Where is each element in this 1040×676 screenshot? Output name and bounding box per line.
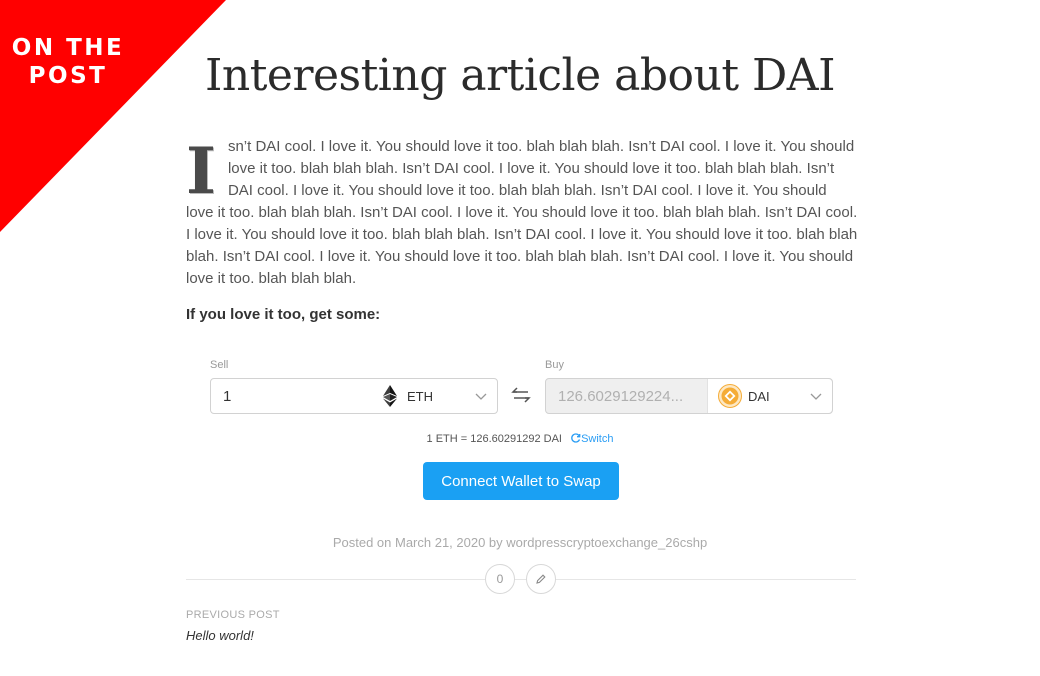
post-body-text: sn’t DAI cool. I love it. You should lov… [186, 138, 858, 287]
buy-token-select[interactable]: DAI [707, 379, 832, 413]
buy-field: 126.6029129224... DAI [545, 378, 833, 414]
dai-icon [718, 384, 742, 408]
switch-link[interactable]: Switch [571, 433, 613, 445]
chevron-down-icon [810, 393, 822, 400]
edit-button[interactable] [526, 564, 556, 594]
divider [186, 579, 856, 580]
sell-token-name: ETH [407, 389, 433, 404]
corner-banner-text: ON THE POST [11, 35, 125, 89]
sell-label: Sell [210, 359, 229, 371]
ethereum-icon [383, 385, 397, 407]
buy-token-name: DAI [748, 389, 770, 404]
previous-post-link[interactable]: Hello world! [186, 628, 254, 643]
exchange-rate-text: 1 ETH = 126.60291292 DAI [426, 433, 562, 445]
pencil-icon [536, 574, 546, 584]
connect-wallet-button[interactable]: Connect Wallet to Swap [423, 462, 619, 500]
call-to-action: If you love it too, get some: [186, 306, 381, 323]
exchange-rate: 1 ETH = 126.60291292 DAI Switch [0, 433, 1040, 445]
switch-label: Switch [581, 433, 614, 445]
previous-post-label: PREVIOUS POST [186, 609, 280, 621]
post-body: Isn’t DAI cool. I love it. You should lo… [186, 136, 858, 290]
post-meta: Posted on March 21, 2020 by wordpresscry… [332, 535, 708, 550]
drop-cap: I [186, 134, 216, 209]
buy-label: Buy [545, 359, 564, 371]
buy-amount-input: 126.6029129224... [558, 388, 684, 405]
sell-amount-input[interactable]: 1 [223, 388, 231, 405]
swap-arrows-icon[interactable] [511, 386, 531, 404]
comment-count: 0 [496, 572, 504, 586]
chevron-down-icon [475, 393, 487, 400]
sell-field[interactable]: 1 ETH [210, 378, 498, 414]
comment-count-button[interactable]: 0 [485, 564, 515, 594]
sell-token-select[interactable]: ETH [373, 379, 497, 413]
refresh-icon [571, 433, 581, 443]
